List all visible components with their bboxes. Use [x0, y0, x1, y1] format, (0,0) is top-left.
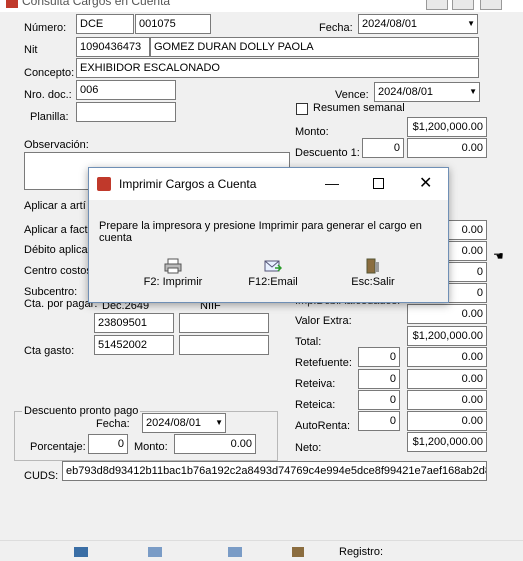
- nit-field[interactable]: 1090436473: [76, 37, 150, 57]
- print-button-label: F2: Imprimir: [143, 276, 203, 288]
- cta-pagar-niif-field[interactable]: [179, 313, 269, 333]
- registro-label: Registro:: [339, 546, 384, 558]
- nit-name-field[interactable]: GOMEZ DURAN DOLLY PAOLA: [150, 37, 479, 57]
- nit-label: Nit: [24, 44, 38, 56]
- planilla-label: Planilla:: [30, 111, 69, 123]
- cta-pagar-dec-field[interactable]: 23809501: [94, 313, 174, 333]
- app-icon: [97, 177, 111, 191]
- maximize-button[interactable]: [452, 0, 474, 10]
- printer-icon: [164, 258, 182, 274]
- app-icon: [6, 0, 18, 8]
- dpp-fecha-label: Fecha:: [96, 418, 130, 430]
- dpp-group-label: Descuento pronto pago: [22, 405, 141, 418]
- cta-gasto-dec-field[interactable]: 51452002: [94, 335, 174, 355]
- valor-extra-label: Valor Extra:: [295, 315, 352, 327]
- reteica-label: Reteica:: [295, 399, 336, 411]
- maximize-button[interactable]: [373, 178, 384, 189]
- window-title: Consulta Cargos en Cuenta: [22, 0, 171, 8]
- close-button[interactable]: [480, 0, 502, 10]
- chevron-down-icon[interactable]: ▼: [469, 83, 477, 101]
- vence-label: Vence:: [335, 89, 369, 101]
- numero-prefix-field[interactable]: DCE: [76, 14, 134, 34]
- concepto-field[interactable]: EXHIBIDOR ESCALONADO: [76, 58, 479, 78]
- fecha-label: Fecha:: [319, 22, 353, 34]
- valor-extra-field[interactable]: 0.00: [407, 304, 487, 324]
- numero-label: Número:: [24, 22, 67, 34]
- list-icon[interactable]: [228, 547, 242, 557]
- dialog-title: Imprimir Cargos a Cuenta: [119, 177, 257, 191]
- cta-gasto-niif-field[interactable]: [179, 335, 269, 355]
- total-label: Total:: [295, 336, 322, 348]
- monto-field[interactable]: $1,200,000.00: [407, 117, 487, 137]
- cuds-field[interactable]: eb793d8d93412b11bac1b76a192c2a8493d74769…: [62, 461, 487, 481]
- monto-label: Monto:: [295, 126, 329, 138]
- window-titlebar: Consulta Cargos en Cuenta: [0, 0, 523, 12]
- minimize-button[interactable]: —: [325, 175, 339, 191]
- cta-gasto-label: Cta gasto:: [24, 345, 75, 357]
- retefuente-pct-field[interactable]: 0: [358, 347, 400, 367]
- email-button[interactable]: F12:Email: [237, 254, 309, 292]
- fecha-select[interactable]: 2024/08/01 ▼: [358, 14, 478, 34]
- reteiva-pct-field[interactable]: 0: [358, 369, 400, 389]
- reteiva-label: Reteiva:: [295, 378, 336, 390]
- retefuente-label: Retefuente:: [295, 357, 352, 369]
- total-field[interactable]: $1,200,000.00: [407, 326, 487, 346]
- reteica-value-field[interactable]: 0.00: [407, 390, 487, 410]
- door-icon[interactable]: [292, 547, 304, 557]
- calendar-icon[interactable]: [148, 547, 162, 557]
- retefuente-value-field[interactable]: 0.00: [407, 347, 487, 367]
- reteiva-value-field[interactable]: 0.00: [407, 369, 487, 389]
- email-icon: [264, 260, 282, 272]
- dpp-monto-label: Monto:: [134, 441, 168, 453]
- resumen-semanal-checkbox[interactable]: [296, 103, 308, 115]
- close-button[interactable]: ✕: [419, 173, 432, 193]
- nrodoc-field[interactable]: 006: [76, 80, 176, 100]
- concepto-label: Concepto:: [24, 67, 75, 79]
- save-icon[interactable]: [74, 547, 88, 557]
- vence-value: 2024/08/01: [378, 86, 434, 98]
- chevron-down-icon[interactable]: ▼: [467, 15, 475, 33]
- aplicar-articulo-label: Aplicar a artí: [24, 200, 86, 212]
- dpp-monto-field[interactable]: 0.00: [174, 434, 256, 454]
- descuento1-value-field[interactable]: 0.00: [407, 138, 487, 158]
- exit-button[interactable]: Esc:Salir: [337, 254, 409, 292]
- autorenta-value-field[interactable]: 0.00: [407, 411, 487, 431]
- cta-pagar-label: Cta. por pagar:: [24, 298, 98, 310]
- dpp-fecha-value: 2024/08/01: [146, 417, 202, 429]
- neto-field[interactable]: $1,200,000.00: [407, 432, 487, 452]
- planilla-field[interactable]: [76, 102, 176, 122]
- print-dialog: Imprimir Cargos a Cuenta — ✕ Prepare la …: [88, 167, 449, 303]
- reteica-pct-field[interactable]: 0: [358, 390, 400, 410]
- nrodoc-label: Nro. doc.:: [24, 89, 72, 101]
- dpp-fecha-select[interactable]: 2024/08/01 ▼: [142, 413, 226, 433]
- descuento1-label: Descuento 1:: [295, 147, 360, 159]
- fecha-value: 2024/08/01: [362, 18, 418, 30]
- dialog-message: Prepare la impresora y presione Imprimir…: [99, 220, 422, 244]
- resumen-semanal-label: Resumen semanal: [313, 102, 405, 114]
- dialog-titlebar: Imprimir Cargos a Cuenta — ✕: [89, 168, 448, 200]
- centro-costos-label: Centro costos: [24, 265, 92, 277]
- minimize-button[interactable]: [426, 0, 448, 10]
- porcentaje-label: Porcentaje:: [30, 441, 86, 453]
- cuds-label: CUDS:: [24, 470, 59, 482]
- exit-button-label: Esc:Salir: [351, 276, 395, 288]
- neto-label: Neto:: [295, 442, 322, 454]
- bottom-toolbar: Registro:: [0, 540, 523, 561]
- pointing-hand-icon[interactable]: ☚: [493, 249, 504, 263]
- descuento1-pct-field[interactable]: 0: [362, 138, 404, 158]
- vence-select[interactable]: 2024/08/01 ▼: [374, 82, 480, 102]
- autorenta-pct-field[interactable]: 0: [358, 411, 400, 431]
- autorenta-label: AutoRenta:: [295, 420, 351, 432]
- chevron-down-icon[interactable]: ▼: [215, 414, 223, 432]
- email-button-label: F12:Email: [248, 276, 298, 288]
- porcentaje-field[interactable]: 0: [88, 434, 128, 454]
- print-button[interactable]: F2: Imprimir: [137, 254, 209, 292]
- aplicar-factura-label: Aplicar a factu: [24, 224, 94, 236]
- exit-door-icon: [366, 258, 379, 274]
- observacion-label: Observación:: [24, 139, 89, 151]
- debito-aplicado-label: Débito aplicad: [24, 244, 94, 256]
- numero-field[interactable]: 001075: [135, 14, 211, 34]
